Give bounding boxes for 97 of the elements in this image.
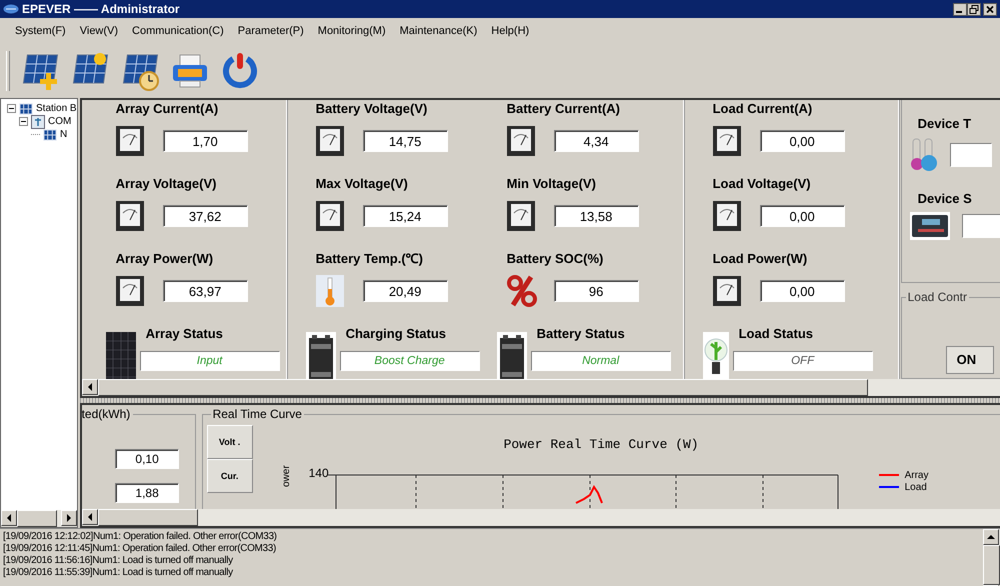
tick-label: 140: [308, 466, 329, 480]
vertical-scrollbar[interactable]: [983, 529, 1000, 586]
value-field: 0,00: [760, 280, 845, 302]
metric-label: Load Voltage(V): [712, 176, 812, 192]
status-label: Charging Status: [344, 326, 447, 341]
metric-label: Array Power(W): [116, 251, 214, 267]
value-field: 4,34: [554, 130, 639, 152]
gauge-icon: [116, 276, 144, 306]
app-logo-icon: [3, 4, 19, 14]
light-bulb-icon: [702, 332, 729, 379]
on-button[interactable]: ON: [946, 346, 994, 374]
thermometers-icon: [910, 137, 938, 173]
battery-icon: [306, 332, 336, 379]
battery-icon: [496, 332, 527, 379]
gauge-icon: [506, 126, 535, 156]
axis-label: ower: [280, 465, 292, 487]
log-entry: [19/09/2016 11:55:39]Num1: Load is turned off manually: [3, 567, 234, 579]
chart-tab[interactable]: Cur.: [206, 459, 253, 493]
status-label: Array Status: [144, 326, 224, 341]
horizontal-scrollbar[interactable]: [1, 510, 77, 527]
group-title: Load Contr: [906, 290, 969, 304]
window-title: EPEVER —— Administrator: [22, 2, 180, 16]
metric-label: Array Voltage(V): [116, 176, 218, 192]
thermometer-icon: [316, 275, 344, 307]
close-button[interactable]: [983, 2, 997, 16]
value-field: 1,88: [115, 483, 180, 503]
value-field: 0,00: [760, 130, 845, 152]
value-field: 63,97: [162, 280, 248, 302]
value-field: 20,49: [362, 280, 448, 302]
gauge-icon: [712, 276, 741, 306]
value-field: 15,24: [362, 205, 448, 227]
gauge-icon: [116, 126, 144, 156]
value-field: 96: [554, 280, 639, 302]
value-field: 14,75: [362, 130, 448, 152]
gauge-icon: [506, 201, 535, 231]
device-label: Device T: [916, 116, 972, 131]
tree-item[interactable]: Station B: [36, 103, 77, 114]
charge-controller-icon: [910, 212, 950, 240]
metric-label: Load Power(W): [712, 251, 808, 267]
tree-item[interactable]: COM: [48, 116, 72, 127]
horizontal-scrollbar[interactable]: [82, 379, 1000, 396]
percent-icon: [506, 275, 537, 307]
tree-item[interactable]: N: [60, 129, 68, 140]
group-title: ted(kWh): [82, 407, 134, 421]
chart-title: Power Real Time Curve (W): [502, 437, 700, 452]
gauge-icon: [316, 126, 344, 156]
solar-panel-icon: [19, 102, 33, 114]
metric-label: Load Current(A): [712, 101, 814, 117]
status-field: Boost Charge: [340, 351, 480, 371]
power-icon[interactable]: [220, 51, 260, 91]
collapse-icon[interactable]: [19, 117, 28, 126]
minimize-button[interactable]: [953, 2, 967, 16]
value-field: 0,10: [115, 449, 180, 469]
metric-label: Min Voltage(V): [506, 176, 597, 192]
value-field: [962, 214, 1000, 238]
menu-item[interactable]: Maintenance(K): [392, 25, 484, 37]
gauge-icon: [712, 126, 741, 156]
gauge-icon: [712, 201, 741, 231]
horizontal-scrollbar[interactable]: [82, 509, 1000, 526]
chart-tab[interactable]: Volt .: [206, 425, 253, 459]
metric-label: Array Current(A): [116, 101, 220, 117]
gauge-icon: [316, 201, 344, 231]
status-label: Load Status: [738, 326, 814, 341]
status-field: Input: [140, 351, 280, 371]
menu-item[interactable]: Help(H): [484, 25, 536, 37]
gauge-icon: [116, 201, 144, 231]
menu-item[interactable]: Parameter(P): [230, 25, 311, 37]
log-entry: [19/09/2016 11:56:16]Num1: Load is turned off manually: [3, 555, 234, 567]
restore-button[interactable]: [967, 2, 981, 16]
value-field: 13,58: [554, 205, 639, 227]
solar-panel-icon: [106, 332, 136, 379]
log-entry: [19/09/2016 12:11:45]Num1: Operation failed. Other error(COM33): [3, 543, 277, 555]
metric-label: Battery Voltage(V): [316, 101, 428, 117]
metric-label: Battery Temp.(℃): [316, 251, 424, 267]
status-label: Battery Status: [536, 326, 626, 341]
device-label: Device S: [916, 191, 972, 206]
value-field: 1,70: [162, 130, 248, 152]
legend-label: Load: [904, 482, 927, 492]
metric-label: Max Voltage(V): [316, 176, 409, 192]
legend-label: Array: [904, 470, 928, 480]
metric-label: Battery Current(A): [506, 101, 621, 117]
curve-line: [575, 485, 603, 504]
solar-panel-icon: [43, 128, 57, 140]
collapse-icon[interactable]: [7, 104, 16, 113]
group-title: Real Time Curve: [210, 407, 304, 421]
value-field: 0,00: [760, 205, 845, 227]
status-field: Normal: [530, 351, 671, 371]
value-field: 37,62: [162, 205, 248, 227]
menu-item[interactable]: Communication(C): [125, 25, 231, 37]
metric-label: Battery SOC(%): [506, 251, 604, 267]
log-entry: [19/09/2016 12:12:02]Num1: Operation failed. Other error(COM33): [3, 531, 278, 543]
port-icon: [31, 114, 45, 128]
status-field: OFF: [732, 351, 873, 371]
menu-item[interactable]: System(F): [8, 25, 73, 37]
menu-item[interactable]: Monitoring(M): [310, 25, 393, 37]
menu-item[interactable]: View(V): [72, 25, 126, 37]
value-field: [950, 143, 992, 167]
